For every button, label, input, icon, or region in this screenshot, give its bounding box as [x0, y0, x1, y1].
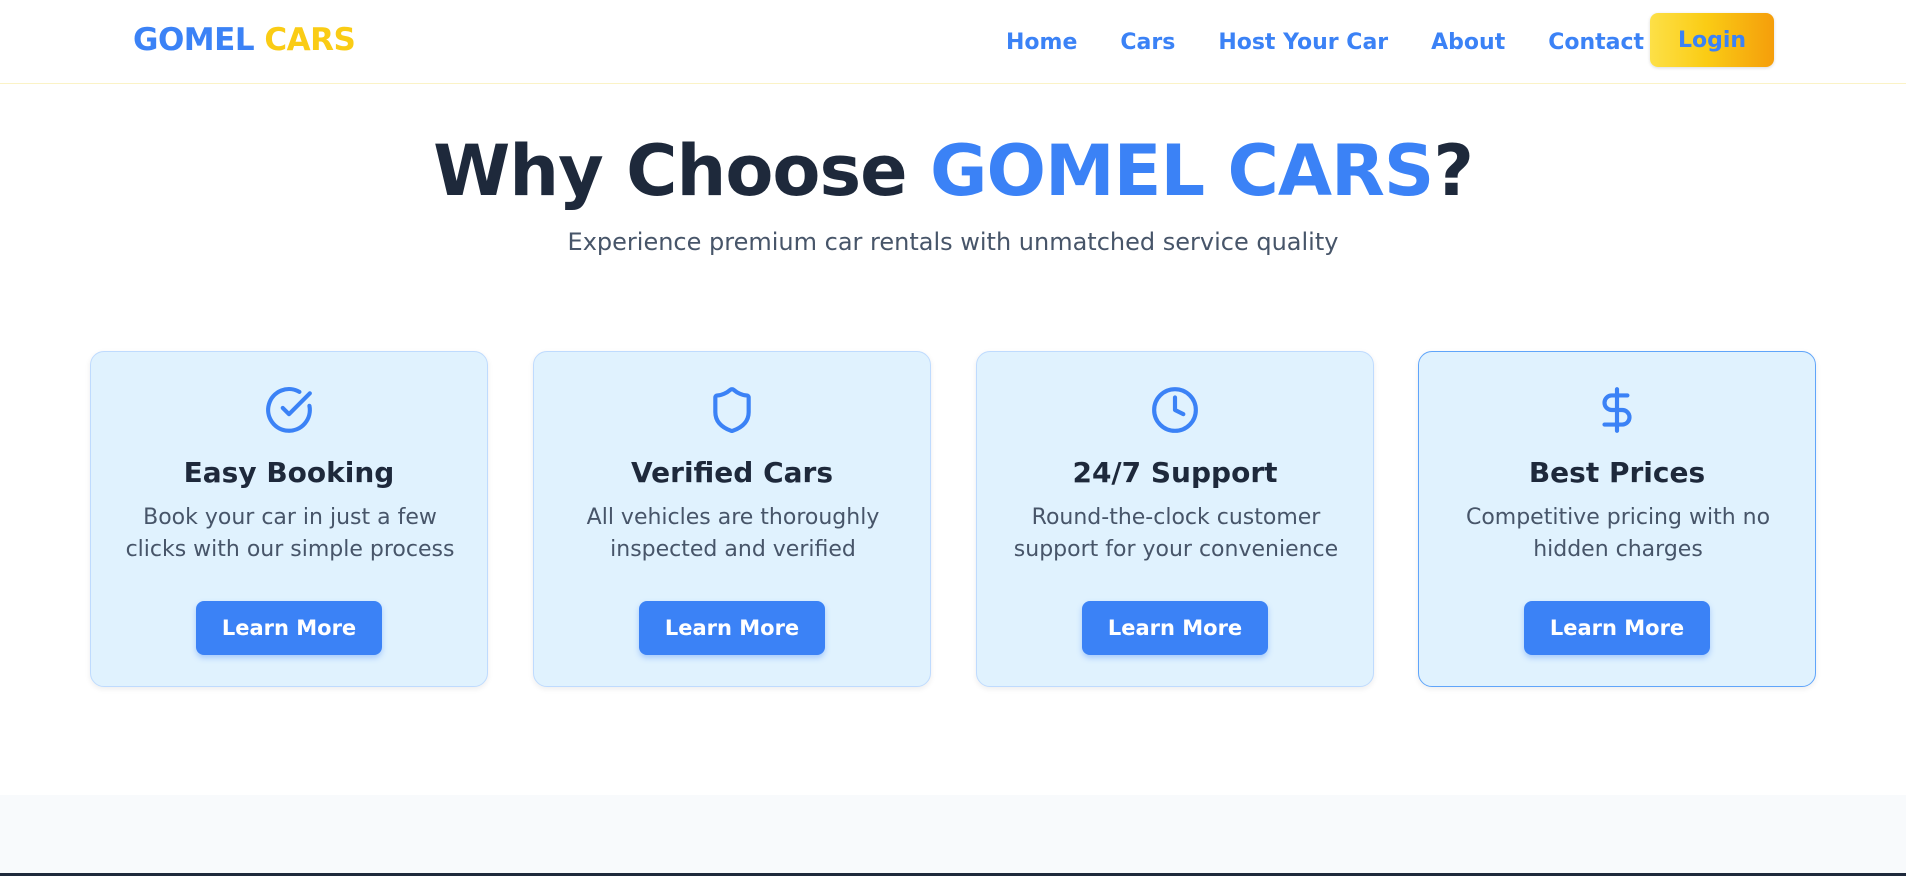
feature-card-support: 24/7 Support Round-the-clock customer su… [976, 351, 1374, 687]
feature-title: Best Prices [1528, 456, 1706, 489]
shield-icon [713, 387, 751, 434]
feature-title: 24/7 Support [1072, 456, 1278, 489]
feature-description: Book your car in just a few clicks with … [125, 505, 455, 562]
footer-band [0, 795, 1906, 876]
clock-icon [1152, 387, 1198, 433]
feature-card-easy-booking: Easy Booking Book your car in just a few… [90, 351, 488, 687]
learn-more-button[interactable]: Learn More [639, 601, 825, 655]
nav-link-contact[interactable]: Contact [1548, 30, 1644, 55]
check-circle-icon [266, 387, 312, 433]
learn-more-button[interactable]: Learn More [1524, 601, 1710, 655]
feature-title: Verified Cars [631, 456, 833, 489]
feature-card-best-prices: Best Prices Competitive pricing with no … [1418, 351, 1816, 687]
learn-more-button[interactable]: Learn More [196, 601, 382, 655]
nav-links: Home Cars Host Your Car About Contact [1006, 0, 1687, 84]
page-subtitle: Experience premium car rentals with unma… [567, 228, 1339, 256]
brand-logo[interactable]: GOMEL CARS [133, 22, 356, 58]
feature-description: All vehicles are thoroughly inspected an… [586, 505, 880, 562]
feature-card-verified-cars: Verified Cars All vehicles are thoroughl… [533, 351, 931, 687]
title-accent: GOMEL CARS [930, 130, 1434, 212]
title-suffix: ? [1433, 130, 1474, 212]
brand-part-2: CARS [264, 22, 356, 58]
learn-more-button[interactable]: Learn More [1082, 601, 1268, 655]
nav-link-home[interactable]: Home [1006, 30, 1077, 55]
page-title: Why Choose GOMEL CARS? [0, 128, 1906, 214]
nav-link-host-your-car[interactable]: Host Your Car [1218, 30, 1388, 55]
nav-link-about[interactable]: About [1431, 30, 1505, 55]
feature-description: Competitive pricing with no hidden charg… [1465, 505, 1771, 562]
feature-description: Round-the-clock customer support for you… [1013, 505, 1339, 562]
brand-part-1: GOMEL [133, 22, 255, 58]
navbar: GOMEL CARS Home Cars Host Your Car About… [0, 0, 1906, 84]
title-prefix: Why Choose [433, 130, 931, 212]
nav-link-cars[interactable]: Cars [1120, 30, 1175, 55]
feature-title: Easy Booking [183, 456, 395, 489]
dollar-icon [1602, 387, 1632, 433]
login-button[interactable]: Login [1650, 13, 1774, 67]
